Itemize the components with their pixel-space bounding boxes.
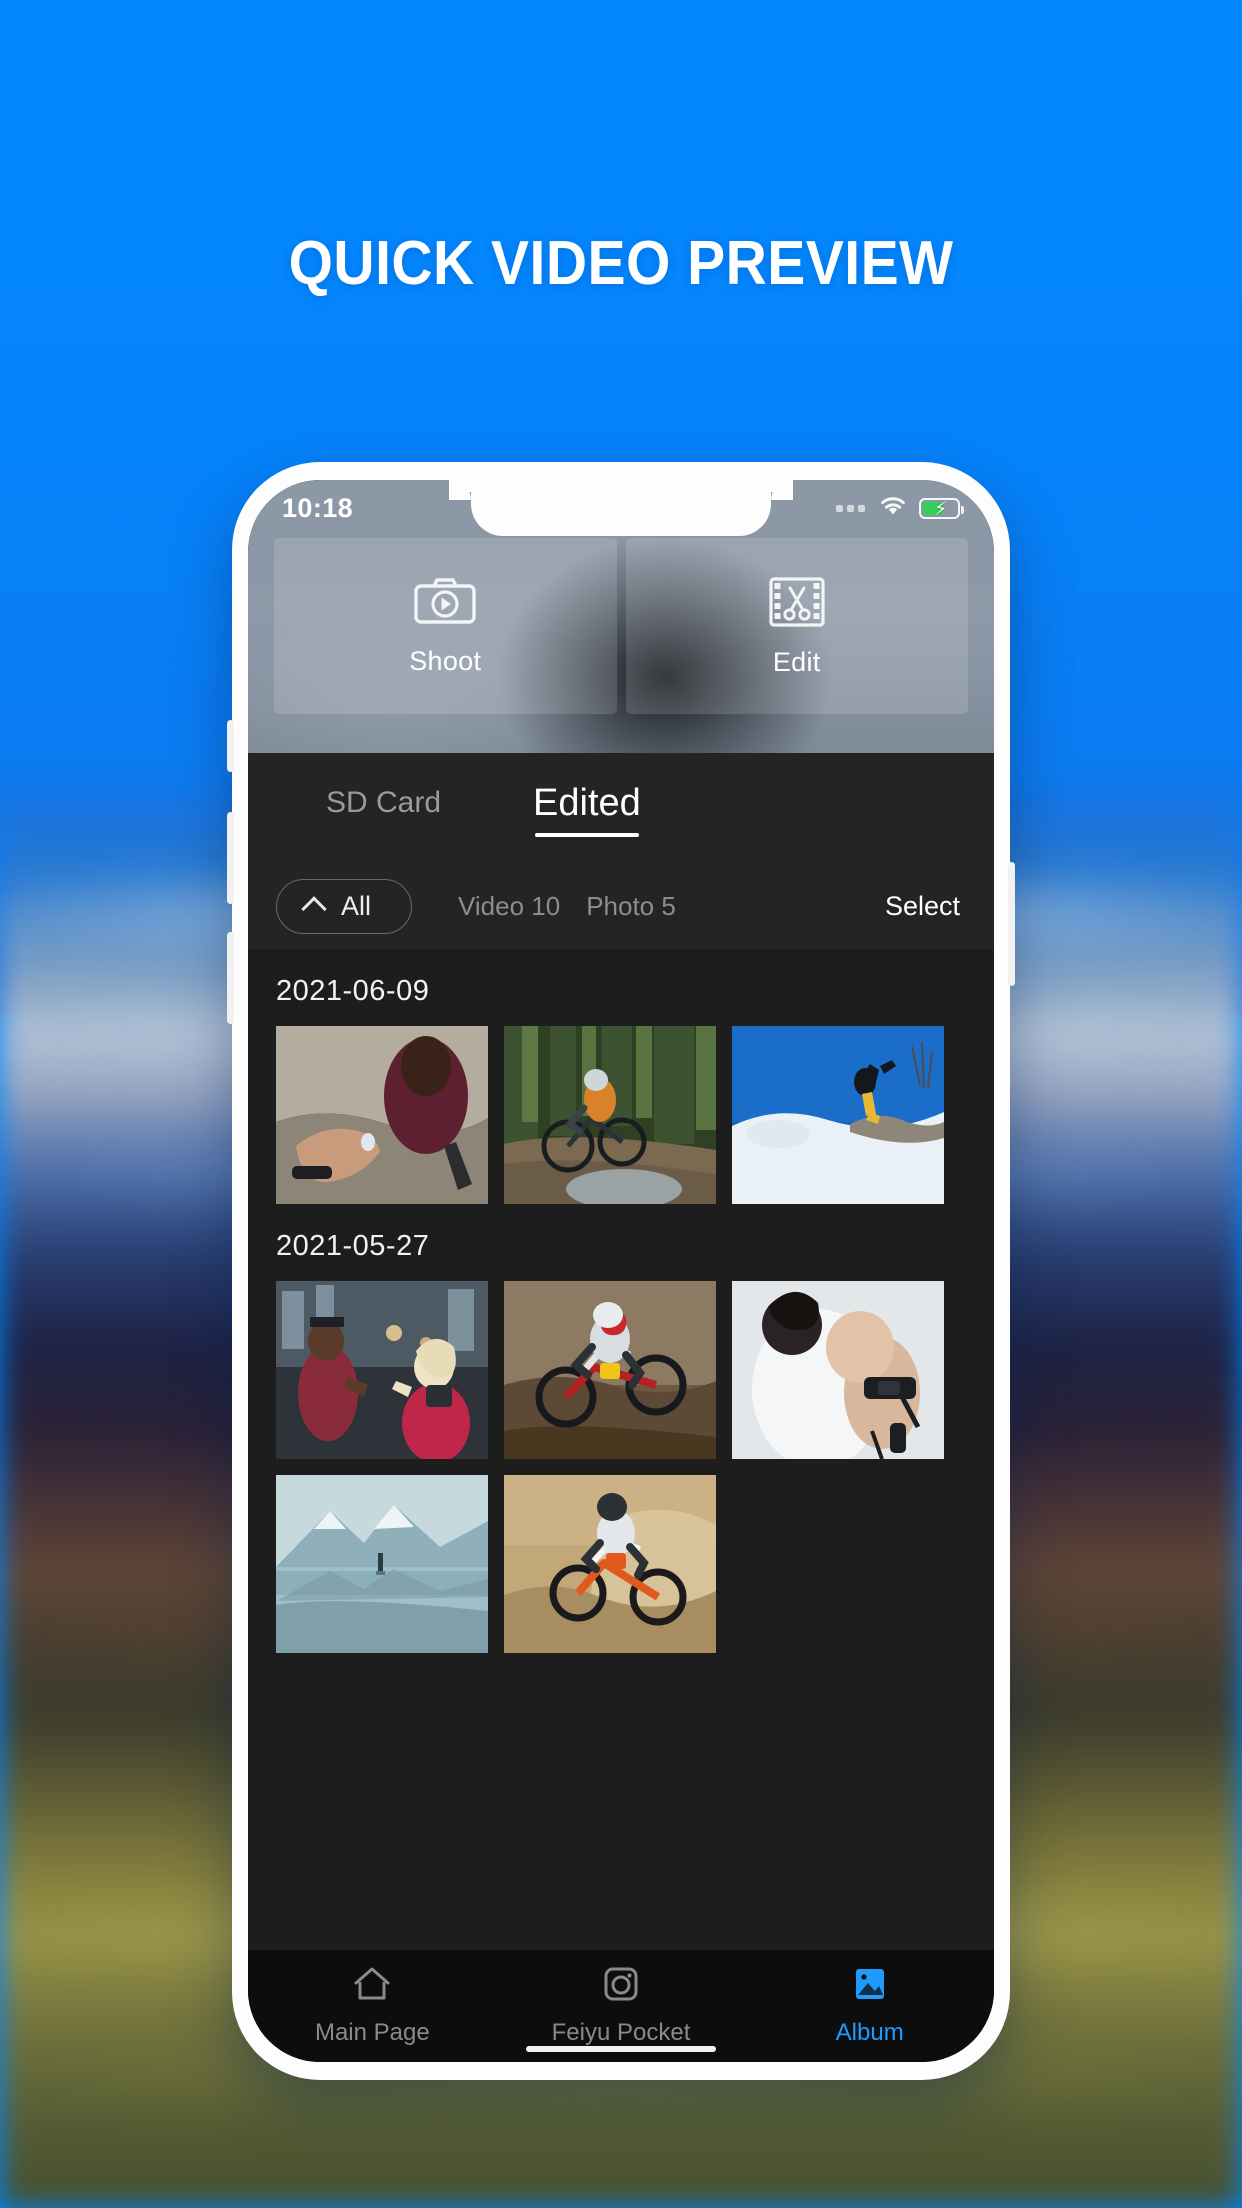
image-icon bbox=[851, 1965, 889, 2008]
photo-count: Photo 5 bbox=[586, 890, 676, 921]
tab-sd-card[interactable]: SD Card bbox=[326, 786, 441, 830]
filter-all-dropdown[interactable]: All bbox=[276, 878, 413, 934]
signal-dots-icon bbox=[836, 504, 865, 512]
nav-item-main-page[interactable]: Main Page bbox=[248, 1965, 497, 2047]
edit-label: Edit bbox=[772, 646, 821, 677]
phone-screen: 10:18 ⚡ Shoot Edit SD Card Edited All Vi… bbox=[248, 480, 994, 2062]
tab-edited[interactable]: Edited bbox=[533, 782, 641, 837]
nav-item-feiyu-pocket[interactable]: Feiyu Pocket bbox=[497, 1965, 746, 2047]
mute-switch bbox=[227, 720, 234, 772]
select-button[interactable]: Select bbox=[885, 891, 960, 922]
filter-all-label: All bbox=[341, 890, 372, 921]
status-icons: ⚡ bbox=[836, 495, 964, 522]
phone-mockup: 10:18 ⚡ Shoot Edit SD Card Edited All Vi… bbox=[227, 462, 1015, 2080]
quick-actions: Shoot Edit bbox=[248, 538, 994, 714]
thumb-motocross-air[interactable] bbox=[504, 1281, 716, 1459]
bottom-navigation: Main Page Feiyu Pocket Album bbox=[248, 1950, 994, 2062]
nav-label-feiyu-pocket: Feiyu Pocket bbox=[551, 2019, 691, 2046]
thumb-dirtbike-dust[interactable] bbox=[504, 1475, 716, 1653]
nav-item-album[interactable]: Album bbox=[745, 1965, 994, 2047]
thumb-couple-hands[interactable] bbox=[276, 1026, 488, 1204]
date-section: 2021-05-27 bbox=[248, 1204, 994, 1653]
chevron-up-icon bbox=[301, 895, 327, 922]
album-panel: SD Card Edited All Video 10 Photo 5 Sele… bbox=[248, 753, 994, 2062]
home-indicator bbox=[526, 2046, 716, 2052]
source-tabs: SD Card Edited bbox=[248, 753, 994, 863]
thumb-snowboarder[interactable] bbox=[732, 1026, 944, 1204]
thumb-lake-mountain[interactable] bbox=[276, 1475, 488, 1653]
date-header: 2021-06-09 bbox=[248, 949, 994, 1026]
video-count: Video 10 bbox=[458, 890, 561, 921]
shoot-label: Shoot bbox=[409, 645, 482, 676]
nav-label-album: Album bbox=[835, 2019, 904, 2046]
camera-icon bbox=[602, 1965, 640, 2008]
power-button bbox=[1008, 862, 1015, 986]
thumbnail-grid bbox=[248, 1281, 994, 1653]
status-time: 10:18 bbox=[282, 492, 354, 523]
volume-up-button bbox=[227, 812, 234, 904]
edit-button[interactable]: Edit bbox=[625, 538, 968, 714]
status-bar: 10:18 ⚡ bbox=[248, 480, 994, 536]
volume-down-button bbox=[227, 932, 234, 1024]
battery-charging-icon: ⚡ bbox=[919, 497, 964, 520]
thumb-arm-strap[interactable] bbox=[732, 1281, 944, 1459]
wifi-icon bbox=[878, 495, 908, 522]
nav-label-main-page: Main Page bbox=[314, 2019, 430, 2046]
home-icon bbox=[352, 1965, 392, 2008]
thumbnail-grid bbox=[248, 1026, 994, 1204]
date-header: 2021-05-27 bbox=[248, 1204, 994, 1281]
thumb-mountain-biker[interactable] bbox=[504, 1026, 716, 1204]
shoot-button[interactable]: Shoot bbox=[274, 538, 617, 714]
page-title: QUICK VIDEO PREVIEW bbox=[288, 229, 954, 298]
film-scissors-icon bbox=[768, 575, 826, 634]
date-section: 2021-06-09 bbox=[248, 949, 994, 1204]
camera-play-icon bbox=[413, 576, 477, 633]
filter-bar: All Video 10 Photo 5 Select bbox=[248, 863, 994, 949]
thumb-street-couple[interactable] bbox=[276, 1281, 488, 1459]
